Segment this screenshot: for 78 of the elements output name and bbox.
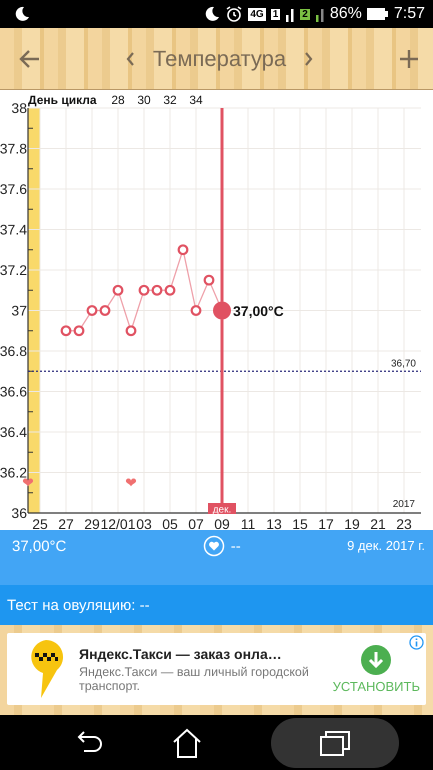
- heart-marker: ❤: [125, 476, 137, 492]
- data-point[interactable]: [86, 305, 98, 316]
- year-label: 2017: [392, 499, 415, 510]
- plus-icon: [399, 48, 419, 68]
- cycle-day-label: 32: [163, 93, 177, 107]
- x-axis-label: 09: [214, 516, 230, 530]
- x-axis-label: 25: [32, 516, 48, 530]
- y-axis-label: 36.6: [0, 384, 27, 400]
- recent-apps-icon: [319, 728, 352, 756]
- chevron-left-icon[interactable]: [124, 50, 135, 66]
- x-axis-label: 05: [162, 516, 178, 530]
- moon-icon: [14, 6, 30, 22]
- signal-icon: [314, 6, 325, 22]
- cycle-day-label: 34: [189, 93, 203, 107]
- moon-icon: [204, 6, 220, 22]
- ad-description: Яндекс.Такси — ваш личный городской транспорт.: [79, 664, 310, 692]
- ad-title: Яндекс.Такси — заказ онла…: [79, 646, 283, 662]
- cycle-day-title: День цикла: [28, 93, 97, 107]
- data-point[interactable]: [74, 325, 84, 336]
- x-axis-label: 15: [292, 516, 308, 530]
- data-point[interactable]: [138, 284, 150, 296]
- y-axis-label: 37: [11, 302, 27, 318]
- x-axis-label: 17: [318, 516, 334, 530]
- clock: 7:57: [394, 5, 425, 23]
- cycle-day-label: 28: [111, 93, 125, 107]
- y-axis-label: 37.4: [0, 222, 27, 238]
- data-point[interactable]: [178, 244, 188, 256]
- sim-signal-indicator: 2: [300, 8, 310, 20]
- home-icon[interactable]: [171, 726, 204, 758]
- y-axis-label: 37.8: [0, 140, 27, 156]
- sim-signal-indicator: 1: [270, 8, 280, 20]
- data-point[interactable]: [100, 305, 110, 316]
- data-point[interactable]: [60, 325, 72, 336]
- x-axis-label: 27: [58, 516, 74, 530]
- heart-marker: ❤: [22, 476, 34, 492]
- temperature-value: 37,00°C: [12, 538, 66, 555]
- x-axis-label: 23: [396, 516, 412, 530]
- back-arrow-icon: [18, 48, 40, 68]
- y-axis-label: 38: [11, 100, 27, 116]
- info-icon[interactable]: [409, 635, 424, 650]
- ovulation-test-label: Тест на овуляцию: --: [7, 596, 150, 614]
- x-axis-label: 11: [240, 516, 256, 530]
- date-label: 9 дек. 2017 г.: [347, 538, 425, 553]
- ad-card[interactable]: Яндекс.Такси — заказ онла… Яндекс.Такси — ваш личный городской транспорт. УСТАНОВИТЬ: [7, 633, 426, 705]
- cycle-day-label: 30: [137, 93, 151, 107]
- y-axis-label: 36.4: [0, 424, 27, 440]
- data-point[interactable]: [190, 305, 202, 316]
- x-axis-label: 03: [136, 516, 152, 530]
- y-axis-label: 36: [11, 505, 27, 521]
- heart-circle-icon[interactable]: [202, 535, 225, 557]
- x-axis-label: 12/01: [100, 516, 136, 530]
- x-axis-label: 13: [266, 516, 282, 530]
- x-axis-label: 29: [84, 516, 100, 530]
- battery-icon: [366, 7, 389, 21]
- download-icon[interactable]: [361, 644, 392, 674]
- battery-percent: 86%: [330, 5, 362, 23]
- threshold-label: 36,70: [390, 358, 416, 370]
- selected-value-label: 37,00°C: [233, 303, 284, 319]
- x-axis-label: 07: [188, 516, 204, 530]
- selected-point[interactable]: [213, 302, 231, 320]
- data-point[interactable]: [164, 284, 176, 296]
- alarm-icon: [225, 5, 244, 23]
- signal-icon: [285, 6, 296, 22]
- y-axis-label: 37.2: [0, 262, 27, 278]
- x-axis-label: 21: [370, 516, 386, 530]
- intercourse-value: --: [230, 538, 241, 554]
- recent-apps-button[interactable]: [271, 718, 400, 768]
- network-badge: 4G: [248, 8, 266, 20]
- y-axis-label: 36.8: [0, 343, 27, 359]
- cursor-date-tag: дек.: [208, 503, 236, 516]
- data-point[interactable]: [112, 284, 124, 296]
- data-point[interactable]: [152, 284, 162, 296]
- data-point[interactable]: [204, 274, 214, 286]
- x-axis-label: 19: [344, 516, 360, 530]
- y-axis-label: 37.6: [0, 181, 27, 197]
- chevron-right-icon[interactable]: [304, 50, 314, 66]
- data-point[interactable]: [126, 325, 136, 336]
- screen-title: Температура: [152, 46, 286, 72]
